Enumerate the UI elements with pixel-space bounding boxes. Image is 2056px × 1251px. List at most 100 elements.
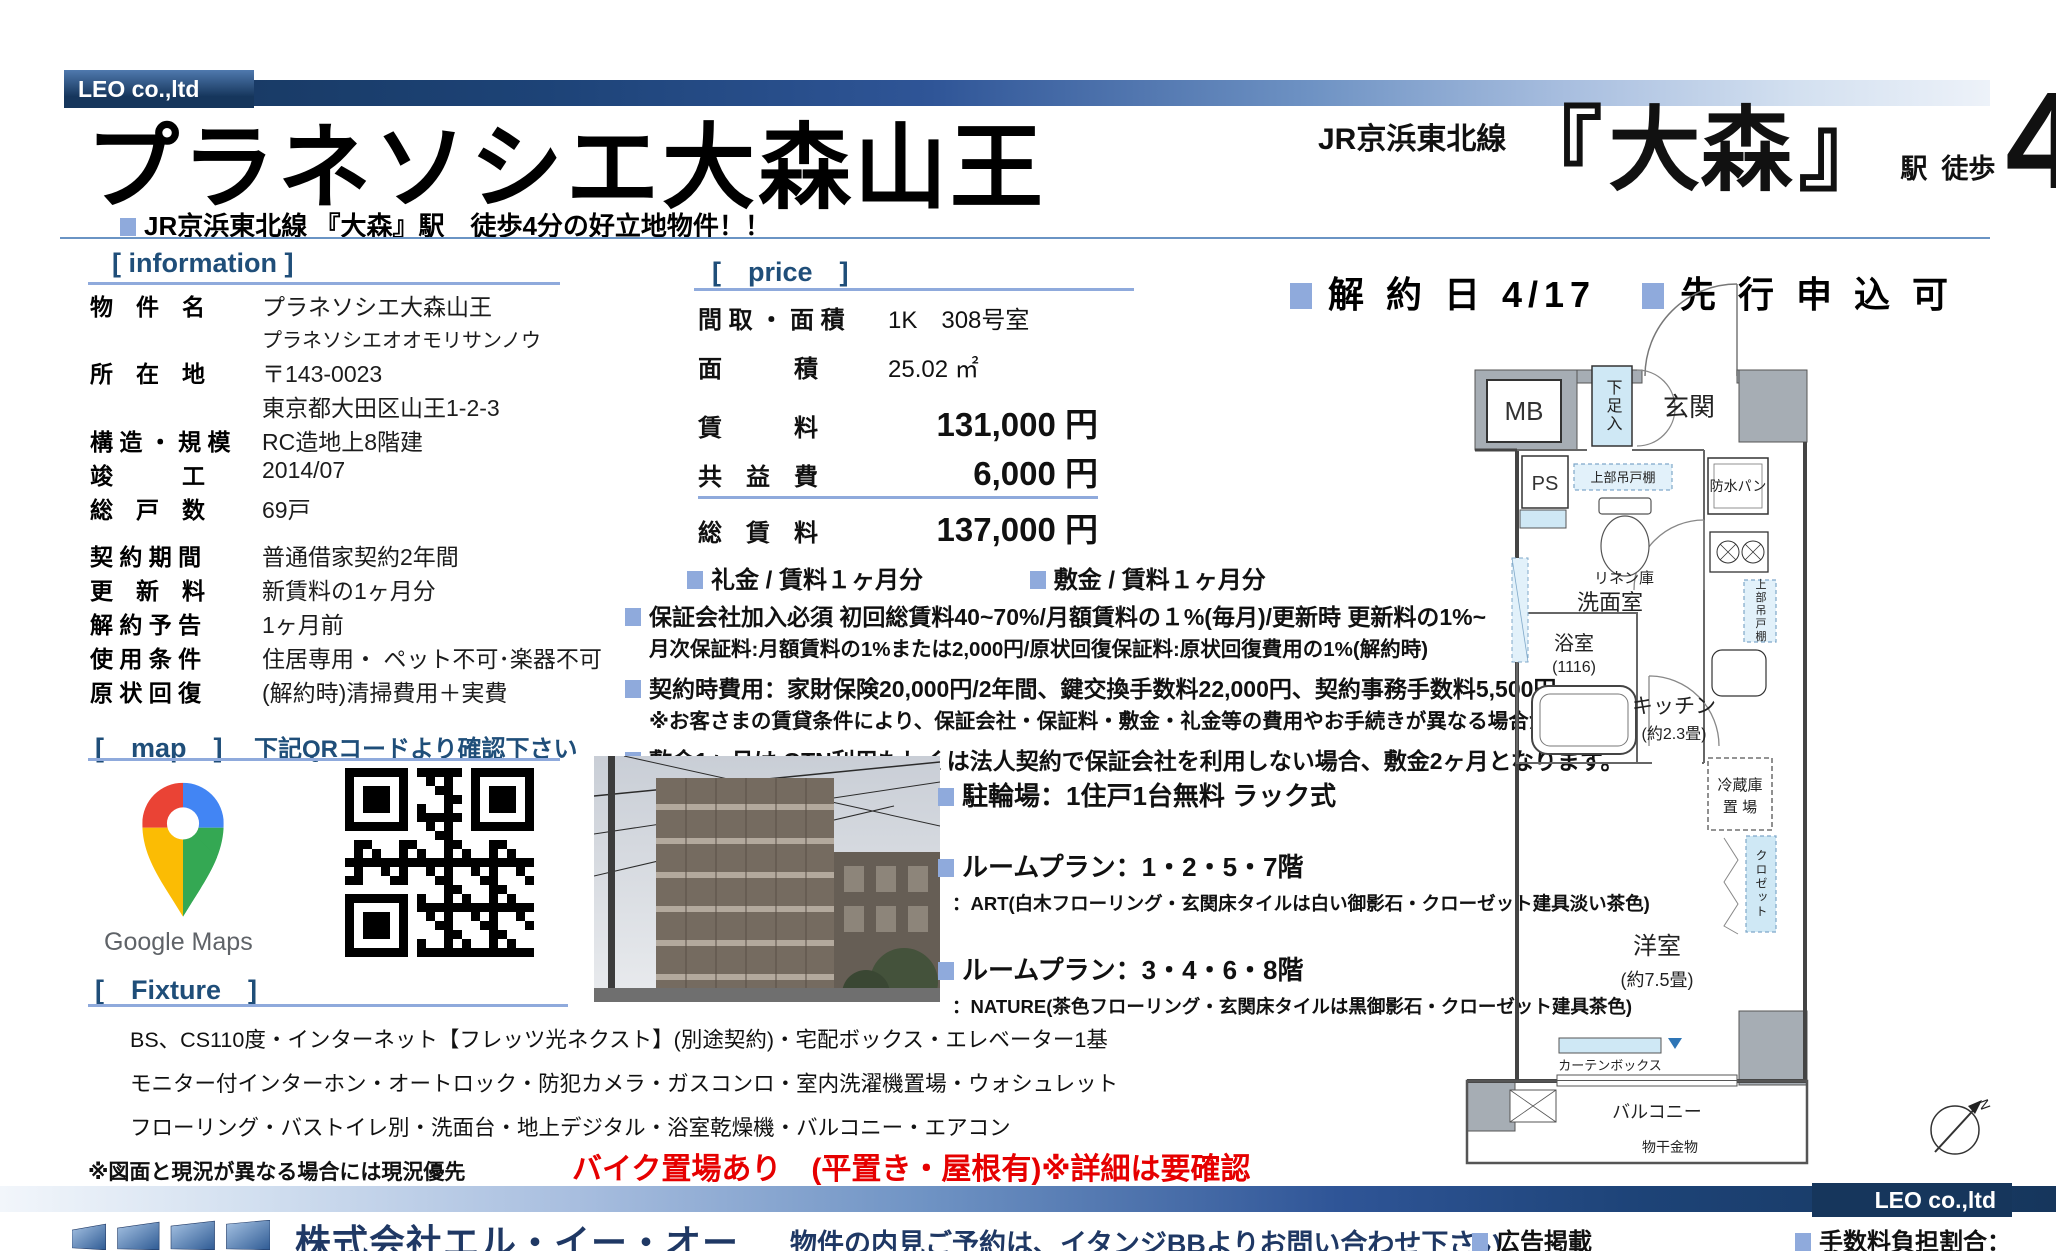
label-western-room-size: (約7.5畳) (1620, 970, 1693, 990)
rail-line: JR京浜東北線 (1318, 114, 1506, 158)
info-value: 69戸 (262, 491, 311, 525)
google-maps-caption: Google Maps (104, 928, 253, 957)
price-row-layout: 間 取 ・ 面 積 1K 308号室 (698, 300, 1098, 349)
leo-logo-icon (72, 1220, 270, 1250)
bullet-square-icon (938, 962, 954, 980)
company-name-bottom: LEO co.,ltd (1875, 1187, 1996, 1214)
floor-plan: MB PS 下足入 玄関 上部吊戸棚 防水パン リネン庫 洗面室 上部吊戸棚 キ… (1452, 258, 1812, 1170)
label-kitchen-size: (約2.3畳) (1642, 725, 1707, 743)
information-table: 物 件 名 プラネソシエ大森山王 プラネソシエオオモリサンノウ 所 在 地 〒1… (90, 288, 580, 708)
price-label: 賃 料 (698, 408, 888, 443)
info-value-street: 東京都大田区山王1-2-3 (262, 389, 500, 423)
label-curtain-box: カーテンボックス (1558, 1058, 1662, 1073)
bullet-square-icon (120, 218, 136, 236)
price-value: 137,000 円 (888, 503, 1098, 551)
price-label: 間 取 ・ 面 積 (698, 300, 888, 335)
guarantee-note-sub: 月次保証料:月額賃料の1%または2,000円/原状回復保証料:原状回復費用の1%… (649, 632, 1455, 662)
info-row-renewal-fee: 更 新 料 新賃料の1ヶ月分 (90, 572, 580, 606)
info-row-use-conditions: 使 用 条 件 住居専用・ ペット不可･楽器不可 (90, 640, 580, 674)
price-row-common-fee: 共 益 費 6,000 円 (698, 447, 1098, 496)
bullet-square-icon (1290, 283, 1312, 309)
station-access: JR京浜東北線 『 大森 』 駅 徒歩 4 分 (1318, 88, 2056, 196)
price-row-area: 面 積 25.02 ㎡ (698, 349, 1098, 398)
label-linen: リネン庫 (1594, 570, 1654, 587)
bullet-square-icon (625, 680, 641, 698)
bike-roomplan-block: 駐輪場：1住戸1台無料 ラック式 ルームプラン：1・2・5・7階 ：ART(白木… (938, 776, 1538, 1019)
fixture-line: BS、CS110度・インターネット【フレッツ光ネクスト】(別途契約)・宅配ボック… (130, 1018, 1118, 1062)
fixture-section-title: [ Fixture ] (95, 968, 257, 1007)
contract-cost-note-sub: ※お客さまの賃貸条件により、保証会社・保証料・敷金・礼金等の費用やお手続きが異な… (649, 704, 1455, 734)
information-section-title: [ information ] (112, 248, 293, 279)
contract-cost-text: 契約時費用：家財保険20,000円/2年間、鍵交換手数料22,000円、契約事務… (649, 676, 1556, 702)
info-label: 総 戸 数 (90, 491, 262, 525)
info-value-main: プラネソシエ大森山王 (262, 288, 541, 322)
price-label: 面 積 (698, 349, 888, 384)
info-value: (解約時)清掃費用＋実費 (262, 674, 507, 708)
bicycle-parking: 駐輪場：1住戸1台無料 ラック式 (938, 776, 1538, 813)
guarantee-note-text: 保証会社加入必須 初回総賃料40~70%/月額賃料の１%(毎月)/更新時 更新料… (649, 604, 1486, 630)
info-value: RC造地上8階建 (262, 423, 423, 457)
guarantee-note: 保証会社加入必須 初回総賃料40~70%/月額賃料の１%(毎月)/更新時 更新料… (625, 598, 1455, 632)
price-value: 25.02 ㎡ (888, 349, 979, 384)
info-label: 原 状 回 復 (90, 674, 262, 708)
label-genkan: 玄関 (1663, 392, 1715, 422)
bullet-square-icon (625, 608, 641, 626)
label-closet: クロゼット (1754, 849, 1768, 919)
info-label: 更 新 料 (90, 572, 262, 606)
info-row-address: 所 在 地 〒143-0023 東京都大田区山王1-2-3 (90, 355, 580, 423)
contract-cost-note: 契約時費用：家財保険20,000円/2年間、鍵交換手数料22,000円、契約事務… (625, 670, 1455, 704)
bicycle-parking-text: 駐輪場：1住戸1台無料 ラック式 (962, 781, 1336, 811)
info-value: 住居専用・ ペット不可･楽器不可 (262, 640, 602, 674)
price-row-rent: 賃 料 131,000 円 (698, 398, 1098, 447)
roomplan-2: ルームプラン：3・4・6・8階 (938, 950, 1538, 987)
information-underline (88, 282, 560, 285)
station-suffix: 駅 (1900, 147, 1927, 186)
site-priority-disclaimer: ※図面と現況が異なる場合には現況優先 (88, 1156, 465, 1186)
roomplan-1: ルームプラン：1・2・5・7階 (938, 847, 1538, 884)
label-upper-cabinet-1: 上部吊戸棚 (1590, 470, 1655, 485)
station-name: 大森 (1608, 108, 1792, 195)
roomplan-1-title: ルームプラン：1・2・5・7階 (962, 852, 1304, 882)
footer-ad-text: 広告掲載 (1496, 1229, 1592, 1251)
info-row-contract-period: 契 約 期 間 普通借家契約2年間 (90, 538, 580, 572)
info-value: 新賃料の1ヶ月分 (262, 572, 436, 606)
info-value: プラネソシエ大森山王 プラネソシエオオモリサンノウ (262, 288, 541, 353)
label-bathroom-size: (1116) (1552, 659, 1596, 676)
price-notes: 保証会社加入必須 初回総賃料40~70%/月額賃料の１%(毎月)/更新時 更新料… (625, 598, 1455, 776)
info-label: 所 在 地 (90, 355, 262, 389)
info-value: 普通借家契約2年間 (262, 538, 459, 572)
label-fridge-2: 置 場 (1723, 799, 1757, 816)
qr-code (345, 768, 534, 957)
key-money-deposit-line: 礼金 / 賃料１ヶ月分 敷金 / 賃料１ヶ月分 (687, 560, 1266, 595)
footer-ad-label: 広告掲載 (1472, 1222, 1592, 1251)
price-label: 共 益 費 (698, 457, 888, 492)
footer-fee-detail: □ 貸主 0% □ 借主 100% (1800, 1244, 2049, 1251)
bracket-open: 『 (1510, 108, 1602, 195)
price-underline (694, 288, 1134, 291)
roomplan-2-title: ルームプラン：3・4・6・8階 (962, 955, 1304, 985)
info-value: 〒143-0023 東京都大田区山王1-2-3 (262, 355, 500, 423)
entrance-door-arc (1645, 284, 1737, 376)
bike-parking-notice: バイク置場あり (平置き・屋根有)※詳細は要確認 (572, 1144, 1251, 1188)
label-fridge-1: 冷蔵庫 (1717, 777, 1762, 794)
info-label: 解 約 予 告 (90, 606, 262, 640)
footer-contact: 物件の内見ご予約は、イタンジBBよりお問い合わせ下さい (790, 1222, 1502, 1251)
property-flyer: LEO co.,ltd プラネソシエ大森山王 JR京浜東北線 『 大森 』 駅 … (0, 0, 2056, 1251)
walk-label: 徒歩 (1941, 147, 1995, 186)
walk-minutes: 4 (2005, 88, 2056, 196)
label-ps: PS (1532, 473, 1559, 495)
bullet-square-icon (687, 571, 703, 589)
building-photo (594, 756, 940, 1002)
roomplan-2-detail: ：NATURE(茶色フローリング・玄関床タイルは黒御影石・クローゼット建具茶色) (952, 993, 1538, 1019)
label-waterproof-pan: 防水パン (1710, 478, 1767, 494)
info-label: 竣 工 (90, 457, 262, 491)
info-label: 契 約 期 間 (90, 538, 262, 572)
info-row-structure: 構 造 ・ 規 模 RC造地上8階建 (90, 423, 580, 457)
key-money: 礼金 / 賃料１ヶ月分 (711, 567, 923, 594)
info-row-property-name: 物 件 名 プラネソシエ大森山王 プラネソシエオオモリサンノウ (90, 288, 580, 355)
info-value-kana: プラネソシエオオモリサンノウ (262, 324, 541, 353)
fixture-underline (88, 1004, 568, 1007)
price-value: 131,000 円 (888, 398, 1098, 446)
map-underline (88, 758, 560, 761)
info-row-cancel-notice: 解 約 予 告 1ヶ月前 (90, 606, 580, 640)
